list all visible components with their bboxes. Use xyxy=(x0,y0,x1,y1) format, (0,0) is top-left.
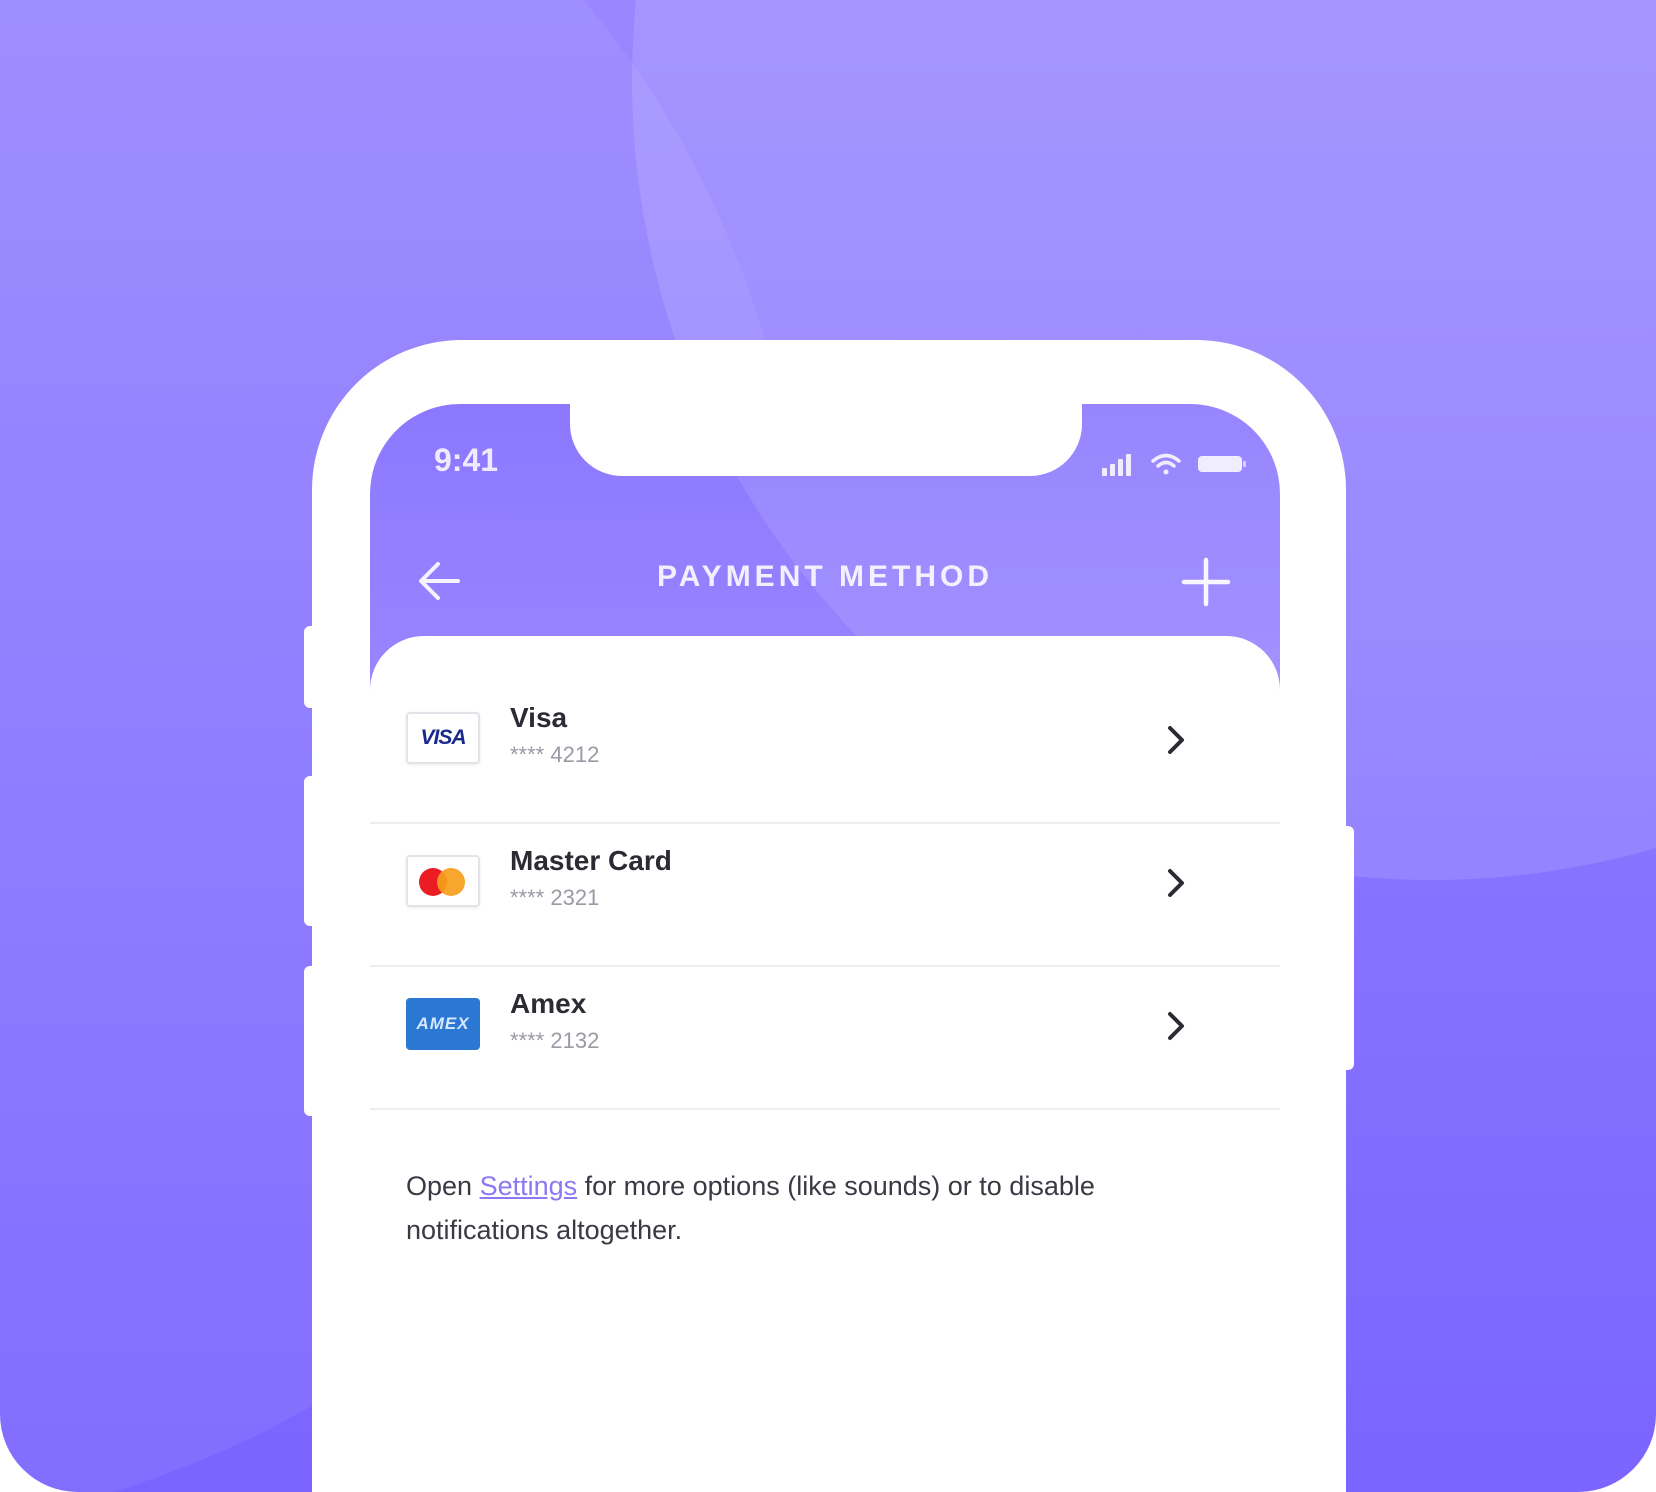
wifi-icon xyxy=(1151,453,1181,475)
card-number: **** 2321 xyxy=(510,885,600,910)
card-row-amex[interactable]: AMEX Amex **** 2132 xyxy=(370,968,1280,1110)
page-title: PAYMENT METHOD xyxy=(656,560,994,593)
background: 9:41 PAYMENT METHOD VISA Visa **** 4212 … xyxy=(0,0,1656,1492)
chevron-right-icon[interactable] xyxy=(1160,1006,1190,1046)
phone-notch xyxy=(570,404,1082,476)
payment-list-sheet: VISA Visa **** 4212 Master Card **** 232… xyxy=(370,636,1280,1492)
mastercard-orange-circle xyxy=(437,868,465,896)
settings-note: Open Settings for more options (like sou… xyxy=(406,1164,1206,1252)
settings-link[interactable]: Settings xyxy=(480,1171,578,1201)
card-number: **** 4212 xyxy=(510,742,600,767)
card-name: Visa xyxy=(510,702,568,733)
settings-note-prefix: Open xyxy=(406,1171,480,1201)
card-row-mastercard[interactable]: Master Card **** 2321 xyxy=(370,825,1280,967)
status-icons xyxy=(1102,453,1246,476)
chevron-right-icon[interactable] xyxy=(1160,720,1190,760)
phone-screen: 9:41 PAYMENT METHOD VISA Visa **** 4212 … xyxy=(370,404,1280,1492)
plus-icon[interactable] xyxy=(1178,554,1234,610)
chevron-right-icon[interactable] xyxy=(1160,863,1190,903)
battery-icon xyxy=(1198,456,1246,472)
card-name: Master Card xyxy=(510,845,672,876)
amex-logo-icon: AMEX xyxy=(406,998,480,1050)
status-time: 9:41 xyxy=(434,442,499,478)
card-number: **** 2132 xyxy=(510,1028,600,1053)
signal-icon xyxy=(1102,454,1131,476)
mastercard-logo-icon xyxy=(406,855,480,907)
card-row-visa[interactable]: VISA Visa **** 4212 xyxy=(370,682,1280,824)
visa-logo-icon: VISA xyxy=(406,712,480,764)
card-name: Amex xyxy=(510,988,587,1019)
